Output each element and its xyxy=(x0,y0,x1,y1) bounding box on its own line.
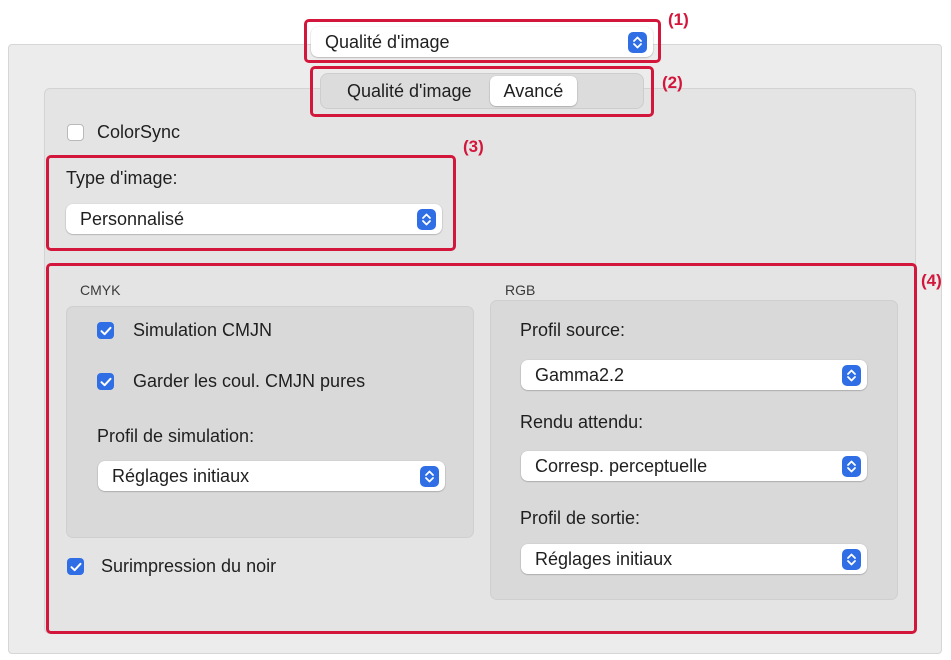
chevron-updown-icon xyxy=(842,455,861,477)
simulation-cmjn-label: Simulation CMJN xyxy=(133,320,273,340)
simulation-profile-value: Réglages initiaux xyxy=(112,465,250,486)
chevron-updown-icon xyxy=(842,364,861,386)
simulation-profile-label: Profil de simulation: xyxy=(97,426,255,446)
keep-pure-cmjn-label: Garder les coul. CMJN pures xyxy=(133,371,366,391)
checkmark-icon xyxy=(70,562,81,571)
rendering-intent-label: Rendu attendu: xyxy=(520,412,644,432)
callout-box-2 xyxy=(310,66,654,117)
source-profile-label: Profil source: xyxy=(520,320,626,340)
source-profile-popup[interactable]: Gamma2.2 xyxy=(521,360,867,390)
keep-pure-cmjn-checkbox[interactable] xyxy=(97,373,114,390)
chevron-updown-icon xyxy=(420,465,439,487)
black-overprint-checkbox[interactable] xyxy=(67,558,84,575)
callout-label-2: (2) xyxy=(662,73,683,92)
colorsync-checkbox[interactable] xyxy=(67,124,84,141)
callout-label-3: (3) xyxy=(463,137,484,156)
cmyk-title: CMYK xyxy=(80,282,121,298)
simulation-cmjn-checkbox[interactable] xyxy=(97,322,114,339)
black-overprint-label: Surimpression du noir xyxy=(101,556,277,576)
checkmark-icon xyxy=(100,326,111,335)
output-profile-label: Profil de sortie: xyxy=(520,508,641,528)
rgb-title: RGB xyxy=(505,282,536,298)
callout-box-3 xyxy=(46,155,456,251)
source-profile-value: Gamma2.2 xyxy=(535,364,625,385)
rendering-intent-value: Corresp. perceptuelle xyxy=(535,455,708,476)
checkmark-icon xyxy=(100,377,111,386)
callout-label-1: (1) xyxy=(668,10,689,29)
chevron-updown-icon xyxy=(842,548,861,570)
rendering-intent-popup[interactable]: Corresp. perceptuelle xyxy=(521,451,867,481)
output-profile-popup[interactable]: Réglages initiaux xyxy=(521,544,867,574)
output-profile-value: Réglages initiaux xyxy=(535,548,673,569)
colorsync-label: ColorSync xyxy=(97,122,181,142)
callout-box-1 xyxy=(304,19,661,63)
callout-label-4: (4) xyxy=(921,271,942,290)
simulation-profile-popup[interactable]: Réglages initiaux xyxy=(98,461,445,491)
